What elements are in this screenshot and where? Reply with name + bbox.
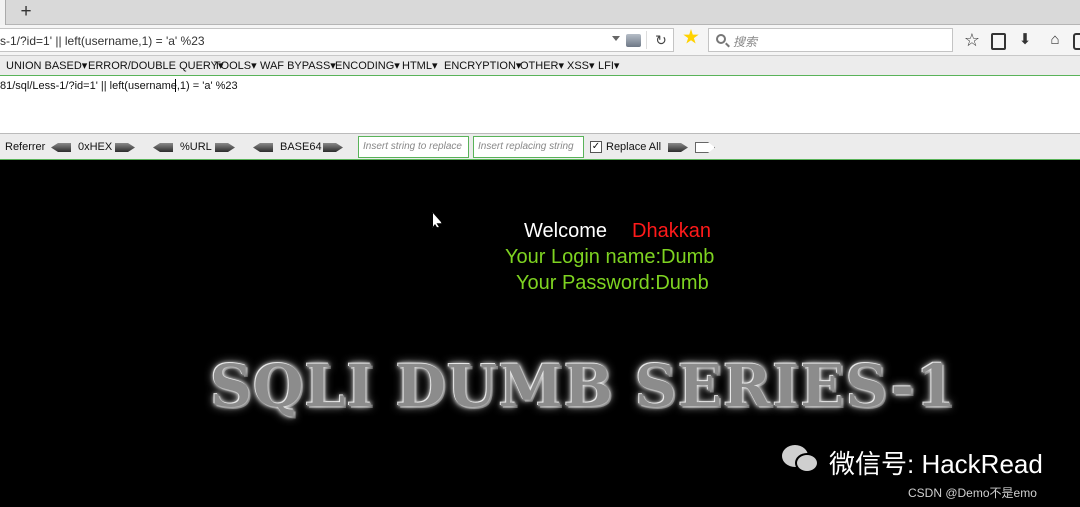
dropdown-arrow-icon[interactable] xyxy=(612,36,620,41)
referrer-checkbox-label[interactable]: Referrer xyxy=(5,141,45,153)
home-icon[interactable]: ⌂ xyxy=(1044,29,1066,51)
url-encode-label: %URL xyxy=(180,141,212,153)
right-arrow-icon[interactable] xyxy=(323,143,343,152)
right-arrow-icon[interactable] xyxy=(115,143,135,152)
welcome-text: Welcome xyxy=(524,220,607,242)
right-arrow-icon[interactable] xyxy=(215,143,235,152)
reading-list-icon[interactable] xyxy=(986,29,1008,51)
replace-all-checkbox[interactable]: ✓ xyxy=(590,141,602,153)
nav-bar: s-1/?id=1' || left(username,1) = 'a' %23… xyxy=(0,25,1080,56)
replace-string-placeholder: Insert string to replace xyxy=(363,141,462,152)
password-text: Your Password:Dumb xyxy=(516,272,709,294)
right-arrow-outline-icon[interactable] xyxy=(695,142,715,153)
replacing-string-input[interactable]: Insert replacing string xyxy=(473,136,584,158)
replace-all-label: Replace All xyxy=(606,141,662,153)
search-icon xyxy=(716,34,726,44)
hackbar-textarea[interactable]: 81/sql/Less-1/?id=1' || left(username,1)… xyxy=(0,76,1080,134)
hackbar-toolbar: Referrer 0xHEX %URL BASE64 Insert string… xyxy=(0,134,1080,160)
menu-other[interactable]: OTHER▾ xyxy=(520,59,564,72)
username-text: Dhakkan xyxy=(632,220,711,242)
site-info-icon[interactable] xyxy=(626,34,641,47)
hackbar-url-text[interactable]: 81/sql/Less-1/?id=1' || left(username,1)… xyxy=(0,80,238,92)
new-tab-icon[interactable]: + xyxy=(16,1,36,23)
url-separator xyxy=(646,31,647,49)
menu-xss[interactable]: XSS▾ xyxy=(567,59,595,72)
download-icon[interactable]: ⬇ xyxy=(1014,29,1036,51)
active-tab[interactable] xyxy=(0,0,6,25)
reload-icon[interactable]: ↻ xyxy=(652,30,670,50)
search-input[interactable]: 搜索 xyxy=(708,28,953,52)
url-bar[interactable]: s-1/?id=1' || left(username,1) = 'a' %23… xyxy=(0,28,674,52)
wechat-icon xyxy=(782,443,820,475)
search-placeholder: 搜索 xyxy=(733,35,758,49)
login-name-text: Your Login name:Dumb xyxy=(505,246,715,268)
url-text[interactable]: s-1/?id=1' || left(username,1) = 'a' %23 xyxy=(0,34,205,48)
csdn-watermark: CSDN @Demo不是emo xyxy=(908,486,1037,500)
left-arrow-icon[interactable] xyxy=(51,143,71,152)
menu-lfi[interactable]: LFI▾ xyxy=(598,59,619,72)
tab-bar: + xyxy=(0,0,1080,25)
wechat-bubble-small xyxy=(795,453,819,473)
left-arrow-icon[interactable] xyxy=(153,143,173,152)
menu-error-double-query[interactable]: ERROR/DOUBLE QUERY▾ xyxy=(88,59,224,72)
menu-union-based[interactable]: UNION BASED▾ xyxy=(6,59,87,72)
hex-label: 0xHEX xyxy=(78,141,113,153)
bookmark-star-icon[interactable]: ☆ xyxy=(961,29,983,51)
text-caret xyxy=(175,79,176,92)
star-icon[interactable] xyxy=(683,29,699,44)
hackbar-menu: UNION BASED▾ ERROR/DOUBLE QUERY▾ TOOLS▾ … xyxy=(0,56,1080,76)
left-arrow-icon[interactable] xyxy=(253,143,273,152)
menu-html[interactable]: HTML▾ xyxy=(402,59,437,72)
replacing-string-placeholder: Insert replacing string xyxy=(478,141,574,152)
menu-waf-bypass[interactable]: WAF BYPASS▾ xyxy=(260,59,336,72)
replace-string-input[interactable]: Insert string to replace xyxy=(358,136,469,158)
extension-icon[interactable] xyxy=(1071,29,1080,51)
base64-label: BASE64 xyxy=(280,141,322,153)
mouse-pointer-icon xyxy=(432,212,442,228)
page-banner: SQLI DUMB SERIES-1 xyxy=(210,352,957,420)
wechat-watermark: 微信号: HackRead xyxy=(829,449,1043,479)
menu-encryption[interactable]: ENCRYPTION▾ xyxy=(444,59,521,72)
menu-encoding[interactable]: ENCODING▾ xyxy=(335,59,400,72)
menu-tools[interactable]: TOOLS▾ xyxy=(214,59,257,72)
right-arrow-icon[interactable] xyxy=(668,143,688,152)
